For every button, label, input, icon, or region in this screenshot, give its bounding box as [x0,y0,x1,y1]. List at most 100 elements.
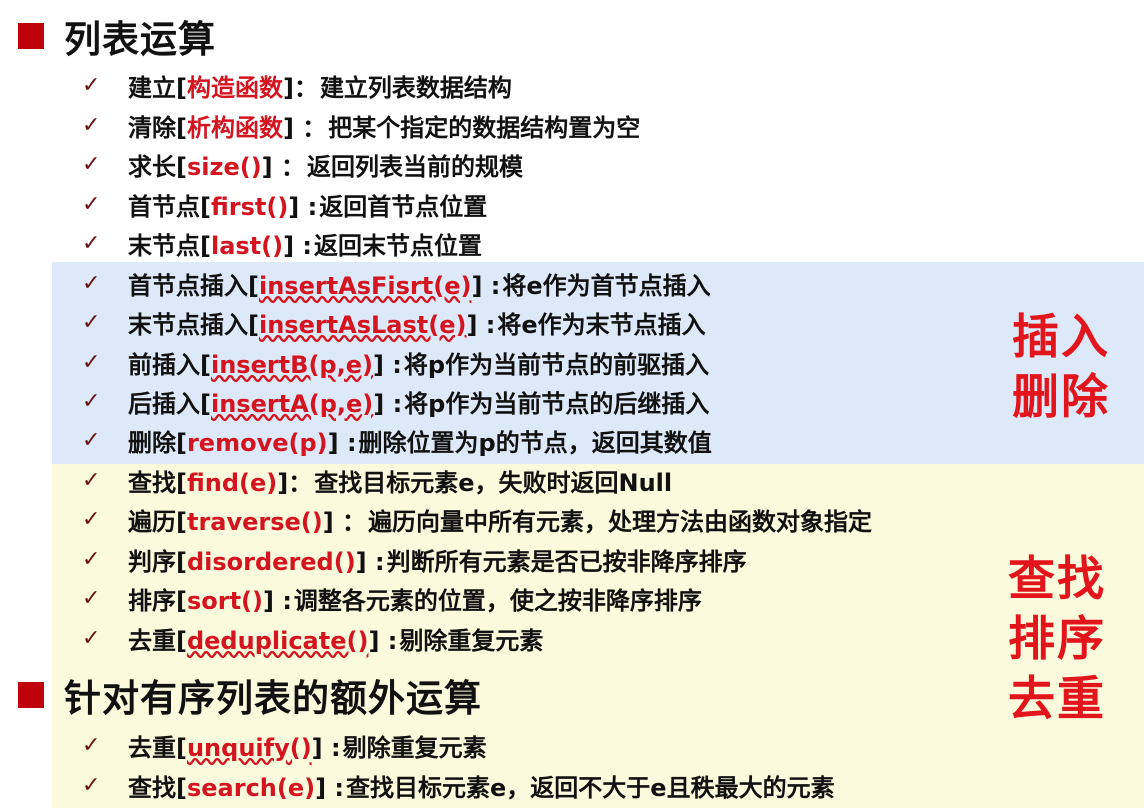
item-function-name: disordered() [186,547,356,576]
list-item: ✓ 删除[remove(p)] :删除位置为p的节点，返回其数值 [82,422,712,458]
item-text: 去重[deduplicate()] :剔除重复元素 [128,621,543,656]
item-separator: ] : [373,389,403,418]
checkmark-icon: ✓ [82,546,101,572]
side-label-line: 排序 [1008,612,1106,667]
item-label: 清除[ [128,113,187,142]
item-description: 把某个指定的数据结构置为空 [328,113,641,142]
item-text: 首节点插入[insertAsFisrt(e)] :将e作为首节点插入 [128,266,711,301]
item-function-name: insertA(p,e) [210,389,374,418]
checkmark-icon: ✓ [82,191,101,217]
side-label-line: 去重 [1008,672,1106,727]
item-description: 将e作为首节点插入 [502,271,711,300]
checkmark-icon: ✓ [82,309,101,335]
item-function-name: first() [210,192,289,221]
item-text: 遍历[traverse()] ：遍历向量中所有元素，处理方法由函数对象指定 [128,502,872,537]
item-description: 返回首节点位置 [319,192,488,221]
item-function-name: search(e) [186,773,316,802]
item-description: 返回末节点位置 [314,231,483,260]
checkmark-icon: ✓ [82,72,101,98]
checkmark-icon: ✓ [82,349,101,375]
list-item: ✓ 建立[构造函数]：建立列表数据结构 [82,67,512,103]
item-description: 剔除重复元素 [342,733,487,762]
item-text: 查找[find(e)]：查找目标元素e，失败时返回Null [128,463,672,498]
item-separator: ] : [372,350,402,379]
item-text: 删除[remove(p)] :删除位置为p的节点，返回其数值 [128,423,712,458]
item-label: 首节点[ [128,192,211,221]
item-label: 前插入[ [128,350,211,379]
list-item: ✓ 清除[析构函数] ：把某个指定的数据结构置为空 [82,107,640,143]
item-description: 判断所有元素是否已按非降序排序 [386,547,747,576]
item-separator: ] : [466,310,496,339]
list-item: ✓ 末节点[last()] :返回末节点位置 [82,225,482,261]
item-separator: ]： [277,468,313,497]
item-text: 查找[search(e)] :查找目标元素e，返回不大于e且秩最大的元素 [128,768,835,803]
item-label: 求长[ [128,152,187,181]
item-separator: ] : [368,626,398,655]
list-item: ✓ 求长[size()] ：返回列表当前的规模 [82,146,523,182]
item-description: 调整各元素的位置，使之按非降序排序 [293,586,702,615]
item-description: 遍历向量中所有元素，处理方法由函数对象指定 [368,507,873,536]
item-label: 后插入[ [128,389,211,418]
item-separator: ] : [283,231,313,260]
item-function-name: remove(p) [186,428,328,457]
item-function-name: insertAsLast(e) [258,310,467,339]
item-separator: ] : [315,773,345,802]
heading-text: 列表运算 [64,18,216,61]
item-label: 去重[ [128,733,187,762]
item-text: 末节点[last()] :返回末节点位置 [128,226,482,261]
item-label: 查找[ [128,773,187,802]
item-label: 判序[ [128,547,187,576]
list-item: ✓ 首节点[first()] :返回首节点位置 [82,186,487,222]
item-label: 排序[ [128,586,187,615]
item-label: 末节点[ [128,231,211,260]
item-description: 剔除重复元素 [399,626,544,655]
item-label: 首节点插入[ [128,271,259,300]
item-label: 查找[ [128,468,187,497]
item-label: 去重[ [128,626,187,655]
list-item: ✓ 后插入[insertA(p,e)] :将p作为当前节点的后继插入 [82,383,709,419]
side-label-line: 查找 [1008,552,1106,607]
item-description: 删除位置为p的节点，返回其数值 [358,428,712,457]
item-separator: ] ： [282,113,327,142]
item-description: 将e作为末节点插入 [497,310,706,339]
item-function-name: unquify() [186,733,312,762]
item-description: 返回列表当前的规模 [307,152,523,181]
checkmark-icon: ✓ [82,625,101,651]
item-separator: ] ： [322,507,367,536]
checkmark-icon: ✓ [82,388,101,414]
item-text: 求长[size()] ：返回列表当前的规模 [128,147,523,182]
item-function-name: size() [186,152,262,181]
list-item: ✓ 查找[search(e)] :查找目标元素e，返回不大于e且秩最大的元素 [82,767,835,803]
side-label-line: 删除 [1012,370,1110,425]
item-function-name: insertB(p,e) [210,350,373,379]
item-text: 建立[构造函数]：建立列表数据结构 [128,68,512,103]
item-separator: ] : [263,586,292,615]
checkmark-icon: ✓ [82,270,101,296]
item-separator: ]： [282,73,318,102]
section-heading-sorted-ops: 针对有序列表的额外运算 [18,668,482,722]
section-heading-list-ops: 列表运算 [18,9,216,63]
side-label-search-sort-dedup: 查找 排序 去重 [1008,550,1106,730]
item-function-name: find(e) [186,468,278,497]
item-description: 将p作为当前节点的前驱插入 [403,350,710,379]
list-item: ✓ 末节点插入[insertAsLast(e)] :将e作为末节点插入 [82,304,706,340]
list-item: ✓ 去重[deduplicate()] :剔除重复元素 [82,620,543,656]
item-function-name: insertAsFisrt(e) [258,271,472,300]
item-text: 末节点插入[insertAsLast(e)] :将e作为末节点插入 [128,305,706,340]
checkmark-icon: ✓ [82,230,101,256]
checkmark-icon: ✓ [82,772,101,798]
item-separator: ] : [327,428,357,457]
item-function-name: last() [210,231,284,260]
item-label: 建立[ [128,73,187,102]
list-item: ✓ 首节点插入[insertAsFisrt(e)] :将e作为首节点插入 [82,265,711,301]
item-function-name: traverse() [186,507,323,536]
checkmark-icon: ✓ [82,427,101,453]
item-separator: ] : [355,547,385,576]
item-separator: ] : [311,733,341,762]
square-bullet-icon [18,682,44,708]
item-text: 首节点[first()] :返回首节点位置 [128,187,487,222]
list-item: ✓ 遍历[traverse()] ：遍历向量中所有元素，处理方法由函数对象指定 [82,501,872,537]
item-description: 建立列表数据结构 [319,73,512,102]
checkmark-icon: ✓ [82,112,101,138]
item-text: 排序[sort()] :调整各元素的位置，使之按非降序排序 [128,581,702,616]
